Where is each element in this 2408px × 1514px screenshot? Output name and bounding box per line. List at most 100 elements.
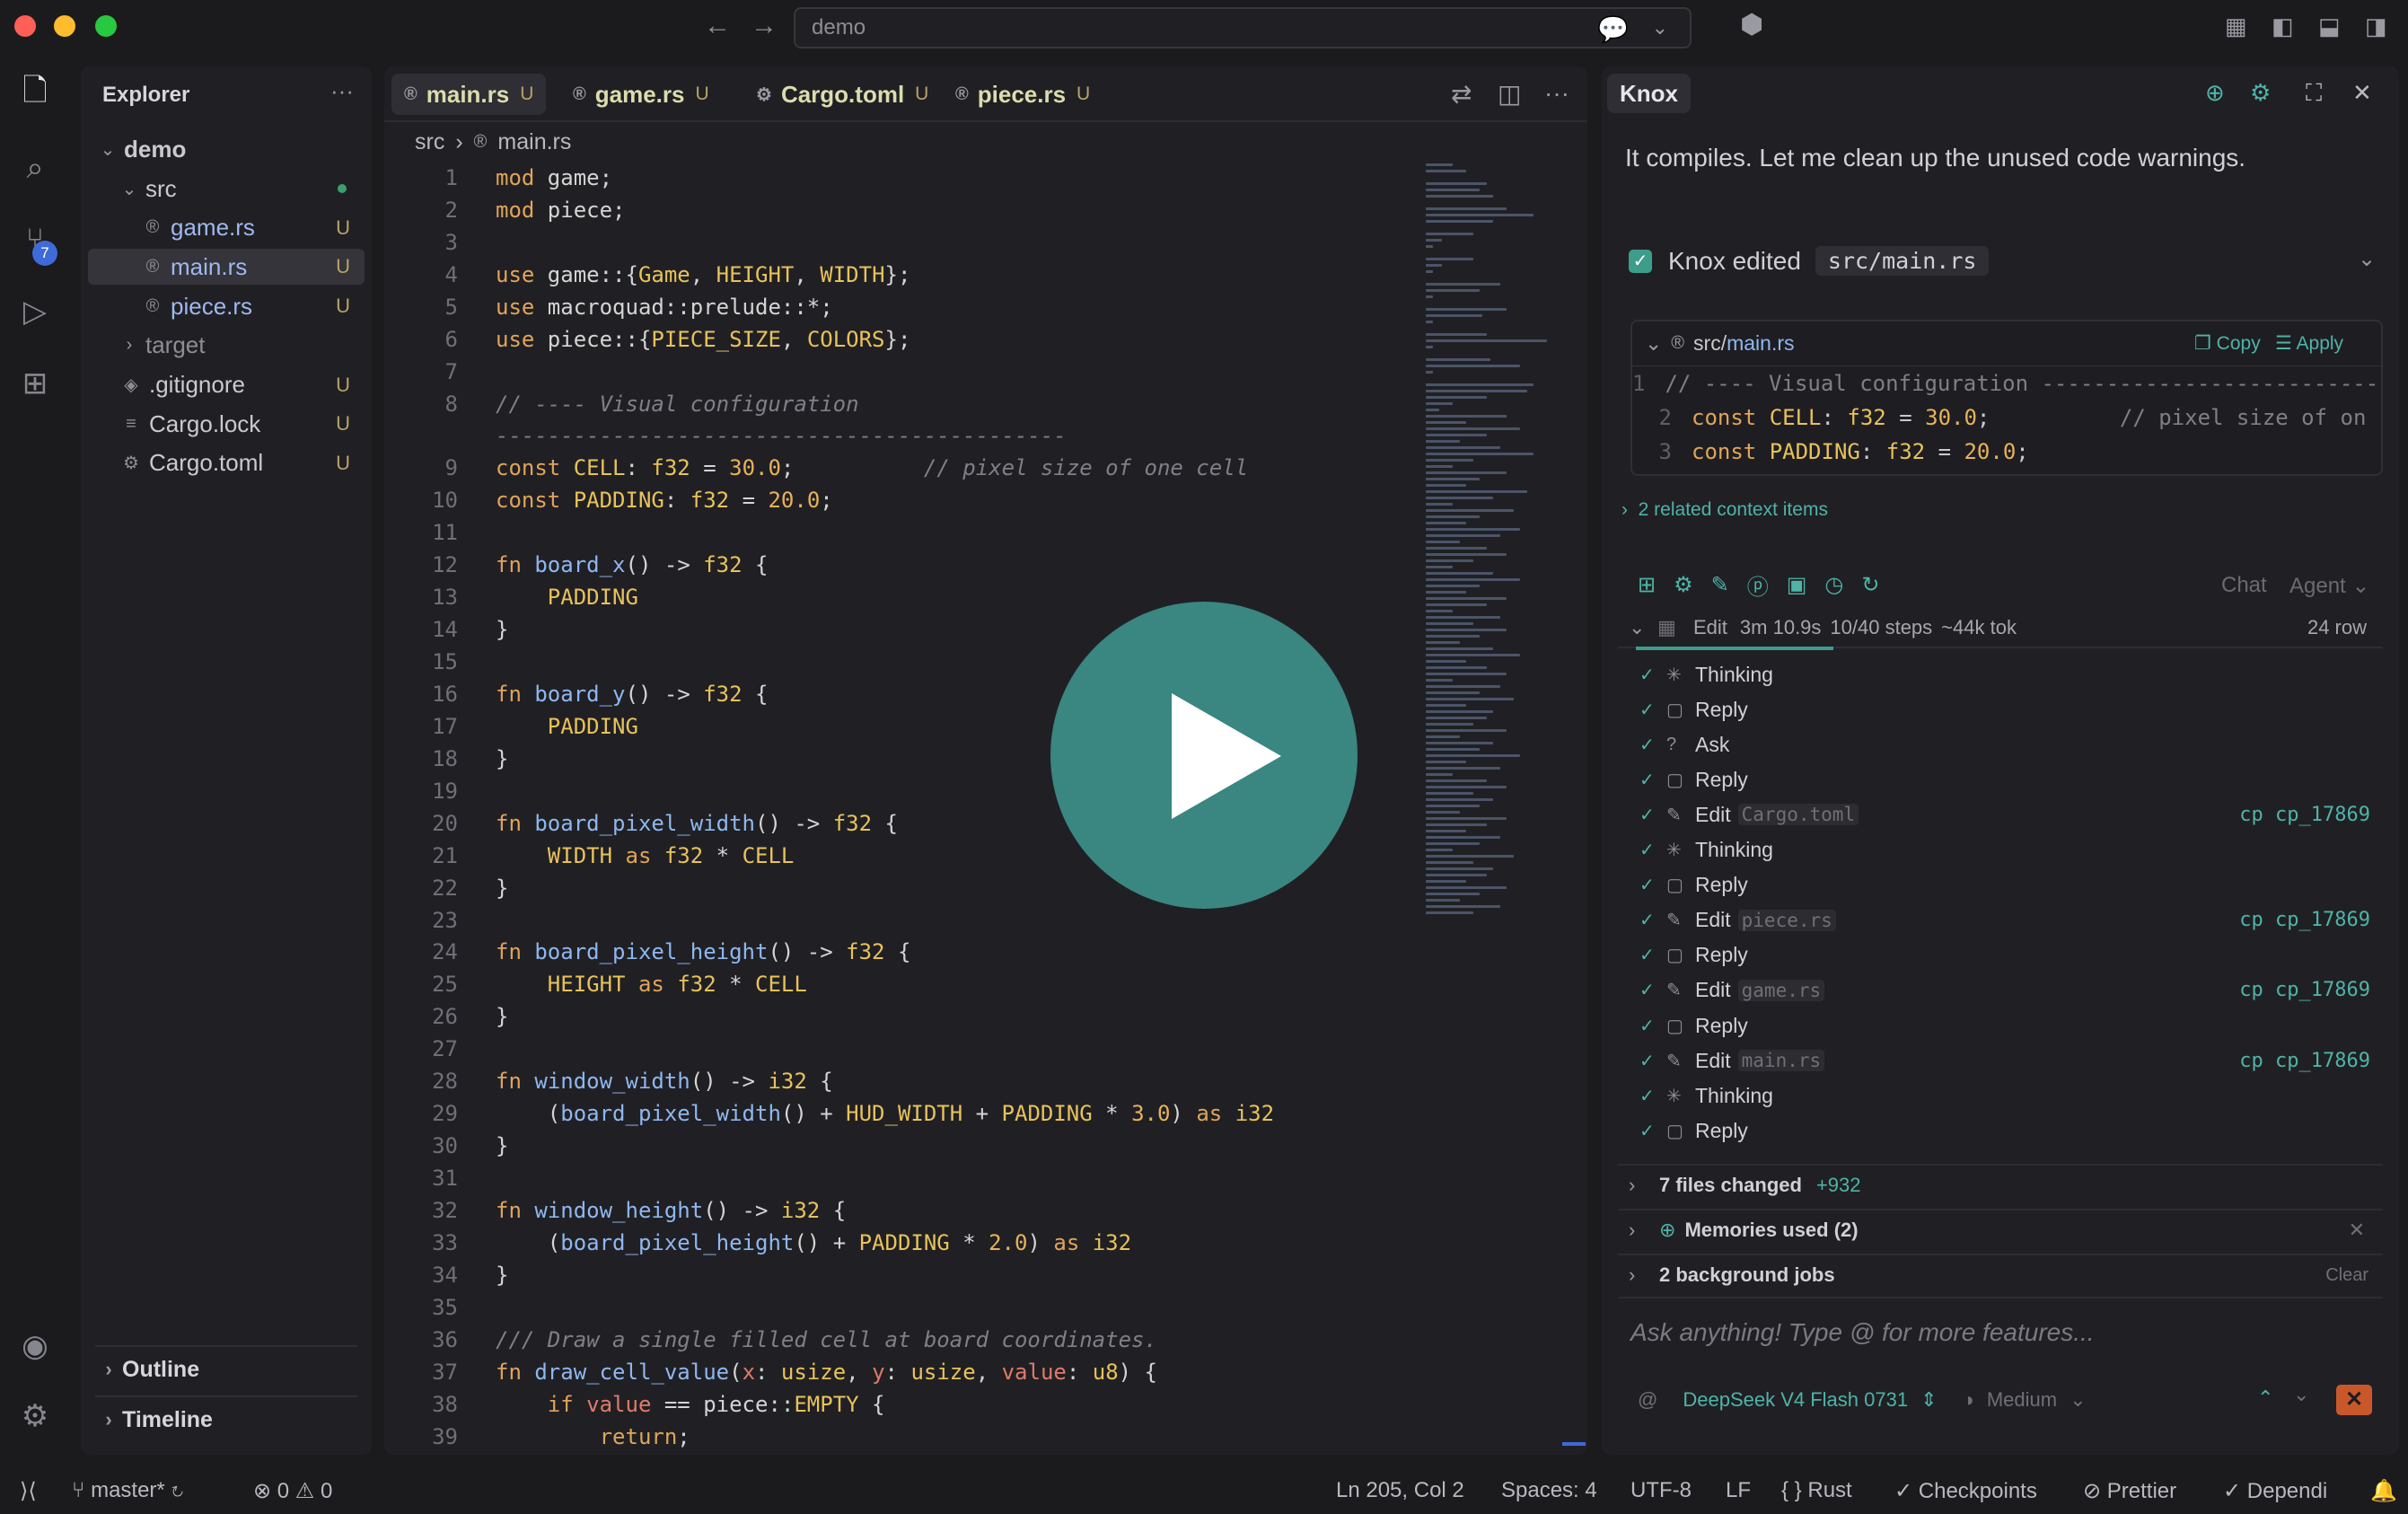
editor-more-icon[interactable]: ··· bbox=[1544, 79, 1569, 108]
step-file[interactable]: Cargo.toml bbox=[1737, 804, 1859, 826]
chat-mode-tab[interactable]: Chat bbox=[2221, 573, 2267, 598]
search-icon[interactable]: ⌕ bbox=[13, 145, 57, 190]
checkbox-checked-icon[interactable]: ✓ bbox=[1629, 249, 1652, 273]
files-changed-row[interactable]: › 7 files changed +932 bbox=[1618, 1164, 2383, 1205]
tree-item[interactable]: ® piece.rs U bbox=[88, 288, 365, 324]
chevron-down-icon[interactable]: ⌄ bbox=[2070, 1388, 2086, 1412]
step-file[interactable]: piece.rs bbox=[1737, 909, 1836, 931]
copy-button[interactable]: ❐ Copy bbox=[2194, 332, 2261, 355]
tree-item[interactable]: ⌄ src bbox=[88, 171, 365, 207]
agent-tab-title[interactable]: Knox bbox=[1607, 74, 1691, 113]
dependi-status[interactable]: ✓ Dependi bbox=[2223, 1478, 2327, 1504]
toggle-sidebar-icon[interactable]: ◧ bbox=[2272, 13, 2294, 40]
editor-tab[interactable]: ® main.rs U bbox=[391, 74, 547, 115]
edit-path[interactable]: src/main.rs bbox=[1815, 246, 1990, 276]
agent-step[interactable]: ✓ ✎ Edit main.rs cp cp_17869 bbox=[1639, 1043, 2383, 1078]
language-mode[interactable]: { } Rust bbox=[1781, 1478, 1852, 1503]
agent-step[interactable]: ✓ ▢ Reply bbox=[1639, 692, 2383, 726]
chat-input[interactable]: Ask anything! Type @ for more features..… bbox=[1630, 1318, 2095, 1347]
step-file[interactable]: main.rs bbox=[1737, 1050, 1825, 1072]
agent-step[interactable]: ✓ ▢ Reply bbox=[1639, 1113, 2383, 1148]
indentation[interactable]: Spaces: 4 bbox=[1501, 1478, 1597, 1503]
related-context-toggle[interactable]: › 2 related context items bbox=[1621, 499, 1828, 521]
chevron-down-icon[interactable]: ⌄ bbox=[2358, 246, 2376, 272]
toggle-panel-icon[interactable]: ⬓ bbox=[2318, 13, 2341, 40]
pin-icon[interactable]: ⓟ bbox=[1747, 569, 1769, 601]
toggle-secondary-sidebar-icon[interactable]: ◨ bbox=[2365, 13, 2387, 40]
timeline-section[interactable]: › Timeline bbox=[95, 1395, 357, 1442]
agent-step[interactable]: ✓ ▢ Reply bbox=[1639, 938, 2383, 973]
run-summary-header[interactable]: ⌄ ▦ Edit 3m 10.9s 10/40 steps ~44k tok 2… bbox=[1618, 609, 2383, 648]
minimap[interactable] bbox=[1426, 160, 1560, 1058]
chevron-down-icon[interactable]: ⌄ bbox=[1652, 16, 1668, 40]
checkpoint-link[interactable]: cp cp_17869 bbox=[2239, 909, 2370, 931]
line-ending[interactable]: LF bbox=[1726, 1478, 1751, 1503]
more-actions-icon[interactable]: ··· bbox=[330, 77, 354, 105]
encoding[interactable]: UTF-8 bbox=[1630, 1478, 1692, 1503]
agent-step[interactable]: ✓ ✳ Thinking bbox=[1639, 1078, 2383, 1113]
agent-step[interactable]: ✓ ✎ Edit game.rs cp cp_17869 bbox=[1639, 973, 2383, 1008]
remote-icon[interactable]: ⟩⟨ bbox=[20, 1478, 37, 1504]
model-selector[interactable]: DeepSeek V4 Flash 0731 bbox=[1683, 1388, 1908, 1412]
apply-button[interactable]: ☰ Apply bbox=[2275, 332, 2343, 355]
scroll-up-icon[interactable]: ⌃ bbox=[2257, 1386, 2273, 1410]
notifications-bell-icon[interactable]: 🔔 bbox=[2370, 1478, 2397, 1504]
stop-button[interactable]: ✕ bbox=[2336, 1385, 2372, 1415]
outline-section[interactable]: › Outline bbox=[95, 1345, 357, 1392]
tree-item[interactable]: ≡ Cargo.lock U bbox=[88, 406, 365, 442]
close-window-button[interactable] bbox=[14, 15, 36, 37]
expand-icon[interactable]: ⛶ bbox=[2306, 79, 2322, 108]
breadcrumb-file[interactable]: main.rs bbox=[497, 129, 571, 155]
background-jobs-row[interactable]: › 2 background jobs Clear bbox=[1618, 1254, 2383, 1295]
breadcrumb-folder[interactable]: src bbox=[415, 129, 444, 155]
effort-selector[interactable]: Medium bbox=[1987, 1388, 2057, 1412]
layout-grid-icon[interactable]: ▦ bbox=[2225, 13, 2247, 40]
agent-step[interactable]: ✓ ✳ Thinking bbox=[1639, 657, 2383, 691]
knowledge-icon[interactable]: ⊕ bbox=[2205, 79, 2225, 107]
tree-root-demo[interactable]: ⌄ demo bbox=[88, 131, 365, 167]
explorer-files-icon[interactable]: 🗋 bbox=[13, 68, 57, 113]
tree-item[interactable]: ® main.rs U bbox=[88, 249, 365, 286]
chevron-down-icon[interactable]: ⌄ bbox=[1645, 331, 1662, 356]
maximize-window-button[interactable] bbox=[95, 15, 117, 37]
agent-step[interactable]: ✓ ✎ Edit Cargo.toml cp cp_17869 bbox=[1639, 797, 2383, 832]
cursor-position[interactable]: Ln 205, Col 2 bbox=[1336, 1478, 1464, 1503]
dismiss-icon[interactable]: ✕ bbox=[2349, 1219, 2365, 1242]
account-icon[interactable]: ◉ bbox=[13, 1324, 57, 1369]
memories-row[interactable]: › ⊕ Memories used (2) ✕ bbox=[1618, 1209, 2383, 1250]
history-icon[interactable]: ◷ bbox=[1824, 572, 1843, 598]
agent-step[interactable]: ✓ ▢ Reply bbox=[1639, 1008, 2383, 1043]
forward-arrow-icon[interactable]: → bbox=[751, 11, 778, 41]
clear-jobs-button[interactable]: Clear bbox=[2325, 1265, 2368, 1286]
prettier-status[interactable]: ⊘ Prettier bbox=[2083, 1478, 2176, 1504]
checkpoint-link[interactable]: cp cp_17869 bbox=[2239, 979, 2370, 1001]
agent-step[interactable]: ✓ ▢ Reply bbox=[1639, 868, 2383, 902]
tree-item[interactable]: ◈ .gitignore U bbox=[88, 367, 365, 403]
command-search-box[interactable]: demo 💬 ⌄ bbox=[794, 7, 1692, 48]
close-icon[interactable]: ✕ bbox=[2352, 79, 2372, 107]
agent-step[interactable]: ✓ ▢ Reply bbox=[1639, 762, 2383, 797]
problems-status[interactable]: ⊗ 0 ⚠ 0 bbox=[253, 1478, 332, 1504]
new-chat-icon[interactable]: ⊞ bbox=[1638, 572, 1656, 598]
agent-mode-dropdown[interactable]: Agent ⌄ bbox=[2289, 573, 2370, 599]
editor-tab[interactable]: ⚙ Cargo.toml U bbox=[743, 74, 941, 115]
tree-item[interactable]: › target bbox=[88, 328, 365, 364]
step-file[interactable]: game.rs bbox=[1737, 979, 1825, 1001]
back-arrow-icon[interactable]: ← bbox=[704, 11, 731, 41]
agent-step[interactable]: ✓? Ask bbox=[1639, 727, 2383, 761]
split-editor-icon[interactable]: ◫ bbox=[1498, 79, 1521, 109]
agent-step[interactable]: ✓ ✳ Thinking bbox=[1639, 833, 2383, 867]
minimize-window-button[interactable] bbox=[54, 15, 75, 37]
refresh-icon[interactable]: ↻ bbox=[1861, 572, 1879, 598]
editor-tab[interactable]: ® game.rs U bbox=[560, 74, 722, 115]
agent-step[interactable]: ✓ ✎ Edit piece.rs cp cp_17869 bbox=[1639, 903, 2383, 937]
cpu-icon[interactable]: ⚙ bbox=[1674, 572, 1693, 598]
session-icon[interactable]: ▣ bbox=[1787, 572, 1807, 598]
checkpoint-link[interactable]: cp cp_17869 bbox=[2239, 1050, 2370, 1072]
tree-item[interactable]: ⚙ Cargo.toml U bbox=[88, 445, 365, 481]
mention-icon[interactable]: @ bbox=[1638, 1388, 1657, 1412]
run-debug-icon[interactable]: ▷ bbox=[13, 289, 57, 334]
checkpoint-link[interactable]: cp cp_17869 bbox=[2239, 804, 2370, 826]
checkpoints-status[interactable]: ✓ Checkpoints bbox=[1894, 1478, 2037, 1504]
snippet-file[interactable]: main.rs bbox=[1727, 331, 1794, 356]
